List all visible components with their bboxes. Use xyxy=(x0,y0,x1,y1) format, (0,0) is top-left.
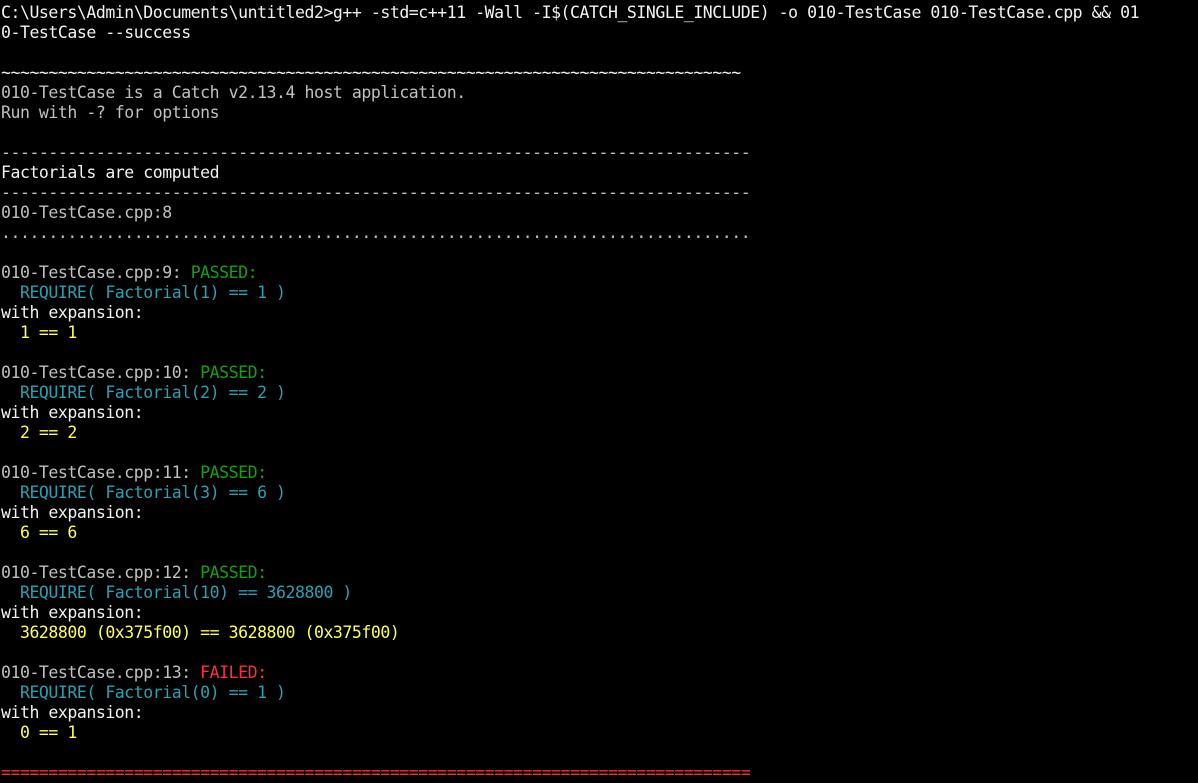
console-line: 010-TestCase is a Catch v2.13.4 host app… xyxy=(1,83,1198,103)
console-line: with expansion: xyxy=(1,303,1198,323)
console-line: 010-TestCase.cpp:12: PASSED: xyxy=(1,563,1198,583)
console-line: 2 == 2 xyxy=(1,423,1198,443)
console-line: 0-TestCase --success xyxy=(1,23,1198,43)
console-text-segment: 6 == 6 xyxy=(1,523,77,542)
console-text-segment: REQUIRE( Factorial(2) == 2 ) xyxy=(1,383,286,402)
console-line: Factorials are computed xyxy=(1,163,1198,183)
console-text-segment: ~~~~~~~~~~~~~~~~~~~~~~~~~~~~~~~~~~~~~~~~… xyxy=(1,63,741,82)
console-line: ----------------------------------------… xyxy=(1,183,1198,203)
console-line: with expansion: xyxy=(1,603,1198,623)
console-text-segment: with expansion: xyxy=(1,303,144,322)
console-text-segment: with expansion: xyxy=(1,403,144,422)
console-line: ........................................… xyxy=(1,223,1198,243)
console-text-segment: Factorials are computed xyxy=(1,163,220,182)
console-text-segment: 010-TestCase.cpp:9: xyxy=(1,263,191,282)
console-output[interactable]: C:\Users\Admin\Documents\untitled2>g++ -… xyxy=(1,3,1198,783)
console-line: with expansion: xyxy=(1,503,1198,523)
console-line: REQUIRE( Factorial(2) == 2 ) xyxy=(1,383,1198,403)
console-line: 010-TestCase.cpp:13: FAILED: xyxy=(1,663,1198,683)
console-line: 010-TestCase.cpp:11: PASSED: xyxy=(1,463,1198,483)
console-text-segment: 0 == 1 xyxy=(1,723,77,742)
console-text-segment: ........................................… xyxy=(1,223,751,242)
console-line: with expansion: xyxy=(1,403,1198,423)
console-text-segment: with expansion: xyxy=(1,503,144,522)
console-text-segment: REQUIRE( Factorial(3) == 6 ) xyxy=(1,483,286,502)
console-line: 1 == 1 xyxy=(1,323,1198,343)
console-line: 6 == 6 xyxy=(1,523,1198,543)
console-text-segment: PASSED: xyxy=(190,263,258,282)
console-line: ~~~~~~~~~~~~~~~~~~~~~~~~~~~~~~~~~~~~~~~~… xyxy=(1,63,1198,83)
console-text-segment: C:\Users\Admin\Documents\untitled2>g++ -… xyxy=(1,3,1140,22)
console-text-segment: Run with -? for options xyxy=(1,103,220,122)
console-line: REQUIRE( Factorial(10) == 3628800 ) xyxy=(1,583,1198,603)
console-text-segment: PASSED: xyxy=(200,563,267,582)
console-line: REQUIRE( Factorial(0) == 1 ) xyxy=(1,683,1198,703)
console-text-segment: 010-TestCase.cpp:10: xyxy=(1,363,201,382)
console-text-segment: ========================================… xyxy=(1,763,751,782)
console-line: ----------------------------------------… xyxy=(1,143,1198,163)
console-text-segment: REQUIRE( Factorial(1) == 1 ) xyxy=(1,283,286,302)
console-text-segment: 010-TestCase.cpp:8 xyxy=(1,203,172,222)
console-text-segment: REQUIRE( Factorial(0) == 1 ) xyxy=(1,683,286,702)
console-text-segment: with expansion: xyxy=(1,703,144,722)
console-text-segment: 010-TestCase.cpp:12: xyxy=(1,563,201,582)
console-line: C:\Users\Admin\Documents\untitled2>g++ -… xyxy=(1,3,1198,23)
console-text-segment: 010-TestCase.cpp:13: xyxy=(1,663,201,682)
console-text-segment: ----------------------------------------… xyxy=(1,183,751,202)
console-text-segment: 010-TestCase is a Catch v2.13.4 host app… xyxy=(1,83,466,102)
console-line: 010-TestCase.cpp:8 xyxy=(1,203,1198,223)
console-line: 0 == 1 xyxy=(1,723,1198,743)
console-line: with expansion: xyxy=(1,703,1198,723)
console-line: 3628800 (0x375f00) == 3628800 (0x375f00) xyxy=(1,623,1198,643)
console-text-segment: 0-TestCase --success xyxy=(1,23,191,42)
console-line: REQUIRE( Factorial(3) == 6 ) xyxy=(1,483,1198,503)
console-text-segment: 1 == 1 xyxy=(1,323,77,342)
console-line: 010-TestCase.cpp:10: PASSED: xyxy=(1,363,1198,383)
console-line: ========================================… xyxy=(1,763,1198,783)
console-line: 010-TestCase.cpp:9: PASSED: xyxy=(1,263,1198,283)
console-text-segment: with expansion: xyxy=(1,603,144,622)
console-text-segment: 3628800 (0x375f00) == 3628800 (0x375f00) xyxy=(1,623,400,642)
console-text-segment: 2 == 2 xyxy=(1,423,77,442)
console-text-segment: 010-TestCase.cpp:11: xyxy=(1,463,201,482)
console-text-segment: PASSED: xyxy=(200,463,267,482)
console-text-segment: ----------------------------------------… xyxy=(1,143,751,162)
console-text-segment: FAILED: xyxy=(200,663,267,682)
console-text-segment: REQUIRE( Factorial(10) == 3628800 ) xyxy=(1,583,352,602)
console-line: Run with -? for options xyxy=(1,103,1198,123)
console-line: REQUIRE( Factorial(1) == 1 ) xyxy=(1,283,1198,303)
console-text-segment: PASSED: xyxy=(200,363,267,382)
